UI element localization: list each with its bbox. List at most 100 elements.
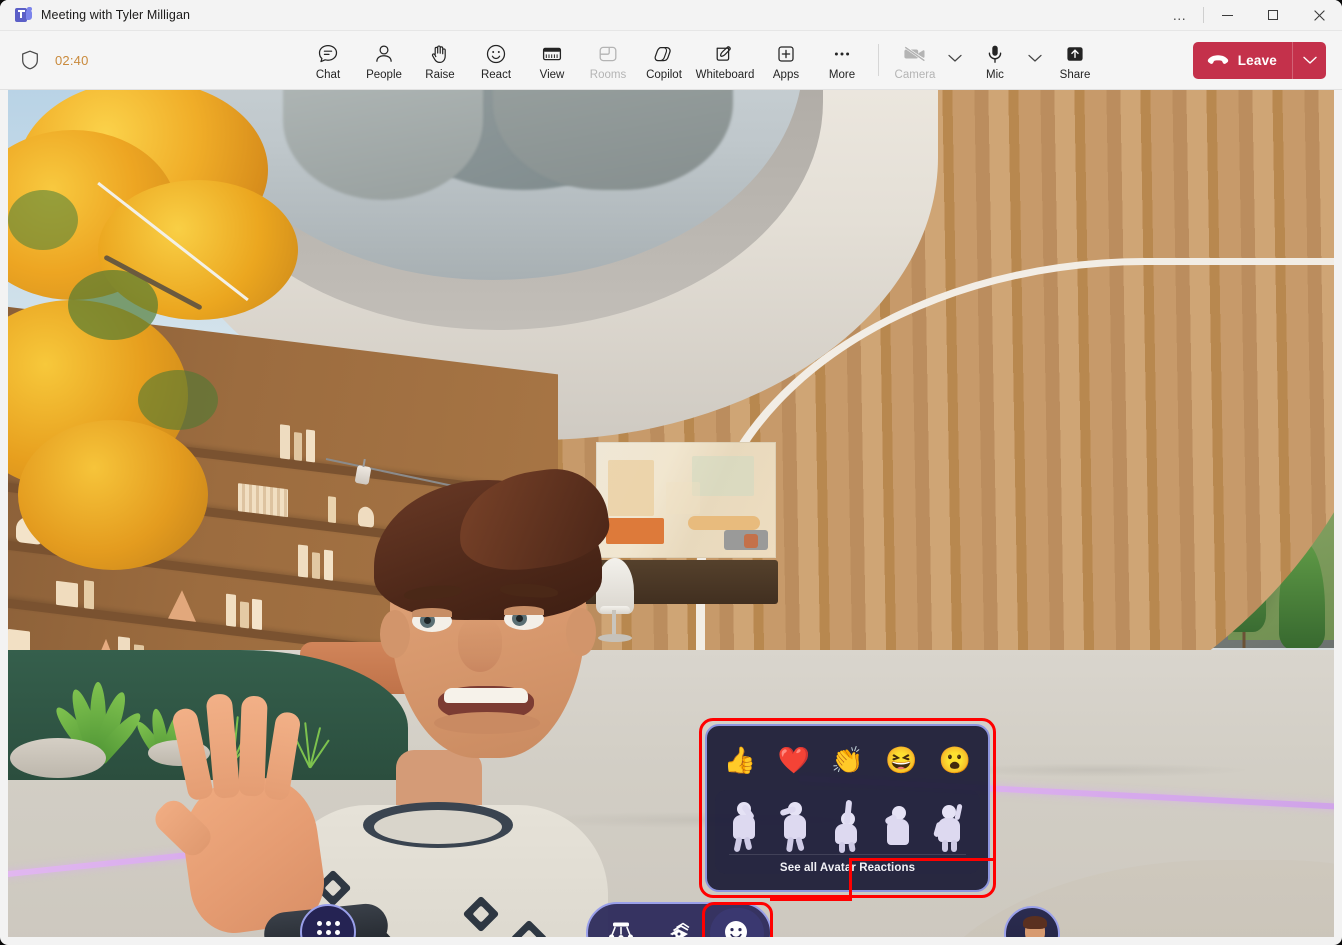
- chevron-down-icon: [1028, 54, 1042, 63]
- toolbar-button-chat[interactable]: Chat: [300, 40, 356, 81]
- toolbar-button-whiteboard[interactable]: Whiteboard: [692, 40, 758, 81]
- toolbar-button-mic[interactable]: Mic: [967, 40, 1023, 81]
- applause-reaction[interactable]: 👏: [831, 747, 863, 773]
- toolbar-label-share: Share: [1060, 69, 1091, 81]
- toolbar-label-more: More: [829, 69, 855, 81]
- more-ellipsis-icon: …: [1172, 12, 1187, 18]
- toolbar-label-raise: Raise: [425, 69, 454, 81]
- avatar-collar-inner: [374, 810, 502, 844]
- leave-button[interactable]: Leave: [1193, 42, 1292, 79]
- surprised-reaction[interactable]: 😮: [939, 747, 971, 773]
- minimize-button[interactable]: [1204, 0, 1250, 31]
- meeting-toolbar: 02:40 Chat People: [0, 31, 1342, 90]
- avatar-finger: [263, 711, 301, 802]
- avatar-reactions-row: [715, 792, 980, 852]
- immersive-react-button[interactable]: [710, 908, 764, 937]
- leave-button-label: Leave: [1238, 53, 1277, 68]
- toolbar-label-react: React: [481, 69, 511, 81]
- toolbar-button-raise[interactable]: Raise: [412, 40, 468, 81]
- react-smiley-icon: [485, 42, 507, 66]
- avatar-pose-clap[interactable]: [879, 800, 919, 852]
- maximize-icon: [1268, 10, 1278, 20]
- emoji-reactions-row: 👍 ❤️ 👏 😆 😮: [713, 734, 982, 786]
- leave-options-button[interactable]: [1293, 42, 1326, 79]
- share-screen-icon: [1064, 42, 1086, 66]
- whiteboard-icon: [714, 42, 736, 66]
- toolbar-button-rooms: Rooms: [580, 40, 636, 81]
- app-grid-dots-icon: [317, 921, 340, 938]
- teleport-button[interactable]: [652, 908, 706, 937]
- toolbar-button-apps[interactable]: Apps: [758, 40, 814, 81]
- toolbar-label-chat: Chat: [316, 69, 340, 81]
- toolbar-label-mic: Mic: [986, 69, 1004, 81]
- maximize-button[interactable]: [1250, 0, 1296, 31]
- chevron-down-icon: [948, 54, 962, 63]
- immersive-3d-scene[interactable]: Meet Now 👍 ❤️ 👏 😆 😮: [8, 90, 1334, 937]
- people-icon: [373, 42, 395, 66]
- screenshot-root: Meeting with Tyler Milligan …: [0, 0, 1342, 945]
- user-avatar-3d: [158, 450, 718, 937]
- avatar-pose-salute[interactable]: [776, 800, 816, 852]
- hangup-phone-icon: [1207, 53, 1229, 67]
- toolbar-label-camera: Camera: [895, 69, 936, 81]
- toolbar-divider: [878, 44, 879, 76]
- thumbs-up-reaction[interactable]: 👍: [724, 747, 756, 773]
- camera-off-icon: [903, 42, 927, 66]
- immersive-toolbar: [586, 902, 772, 937]
- camera-options-button[interactable]: [943, 40, 967, 78]
- toolbar-button-copilot[interactable]: Copilot: [636, 40, 692, 81]
- toolbar-button-more[interactable]: More: [814, 40, 870, 81]
- laugh-reaction[interactable]: 😆: [885, 747, 917, 773]
- toolbar-label-copilot: Copilot: [646, 69, 682, 81]
- toolbar-label-apps: Apps: [773, 69, 799, 81]
- avatar-reactions-card: See all Avatar Reactions: [715, 790, 980, 874]
- console-object: [744, 534, 758, 548]
- avatar-teeth: [444, 688, 528, 703]
- reactions-popup: 👍 ❤️ 👏 😆 😮: [705, 724, 990, 892]
- avatar-finger: [238, 696, 267, 797]
- meeting-toolbar-right: Leave: [1193, 42, 1342, 79]
- avatar-lower-lip: [434, 712, 540, 734]
- teams-logo-icon: [15, 7, 32, 24]
- avatar-pose-raise-hand[interactable]: [827, 800, 867, 852]
- avatar-eyelid-right: [504, 606, 544, 615]
- avatar-ear: [566, 608, 596, 656]
- toolbar-button-camera[interactable]: Camera: [887, 40, 943, 81]
- apps-plus-icon: [775, 42, 797, 66]
- smiley-react-icon: [722, 918, 752, 937]
- copilot-icon: [653, 42, 675, 66]
- perspective-view-icon: [606, 920, 636, 937]
- toolbar-label-view: View: [540, 69, 565, 81]
- toolbar-label-rooms: Rooms: [590, 69, 626, 81]
- toolbar-label-whiteboard: Whiteboard: [696, 69, 755, 81]
- window-title: Meeting with Tyler Milligan: [41, 8, 190, 22]
- see-all-avatar-reactions-link[interactable]: See all Avatar Reactions: [715, 855, 980, 874]
- mic-options-button[interactable]: [1023, 40, 1047, 78]
- chat-icon: [317, 42, 339, 66]
- toolbar-button-people[interactable]: People: [356, 40, 412, 81]
- breakout-rooms-icon: [597, 42, 619, 66]
- avatar-thumb-hair: [1023, 916, 1047, 929]
- window-more-button[interactable]: …: [1157, 0, 1203, 31]
- avatar-nose: [458, 618, 502, 672]
- close-button[interactable]: [1296, 0, 1342, 31]
- view-grid-icon: [541, 42, 563, 66]
- camera-perspective-button[interactable]: [594, 908, 648, 937]
- avatar-pose-cheer[interactable]: [725, 800, 765, 852]
- toolbar-label-people: People: [366, 69, 402, 81]
- avatar-pose-wave[interactable]: [930, 800, 970, 852]
- meeting-status-group: 02:40: [0, 50, 300, 70]
- leave-button-group[interactable]: Leave: [1193, 42, 1326, 79]
- teleport-move-icon: [664, 920, 694, 937]
- shield-icon: [21, 50, 39, 70]
- toolbar-button-react[interactable]: React: [468, 40, 524, 81]
- chevron-down-icon: [1303, 56, 1317, 65]
- avatar-eyelid-left: [412, 608, 452, 617]
- toolbar-button-share[interactable]: Share: [1047, 40, 1103, 81]
- decor-rock: [10, 738, 106, 778]
- toolbar-button-view[interactable]: View: [524, 40, 580, 81]
- heart-reaction[interactable]: ❤️: [778, 747, 810, 773]
- meeting-timer: 02:40: [55, 53, 89, 68]
- microphone-icon: [984, 42, 1006, 66]
- title-bar-left: Meeting with Tyler Milligan: [0, 7, 190, 24]
